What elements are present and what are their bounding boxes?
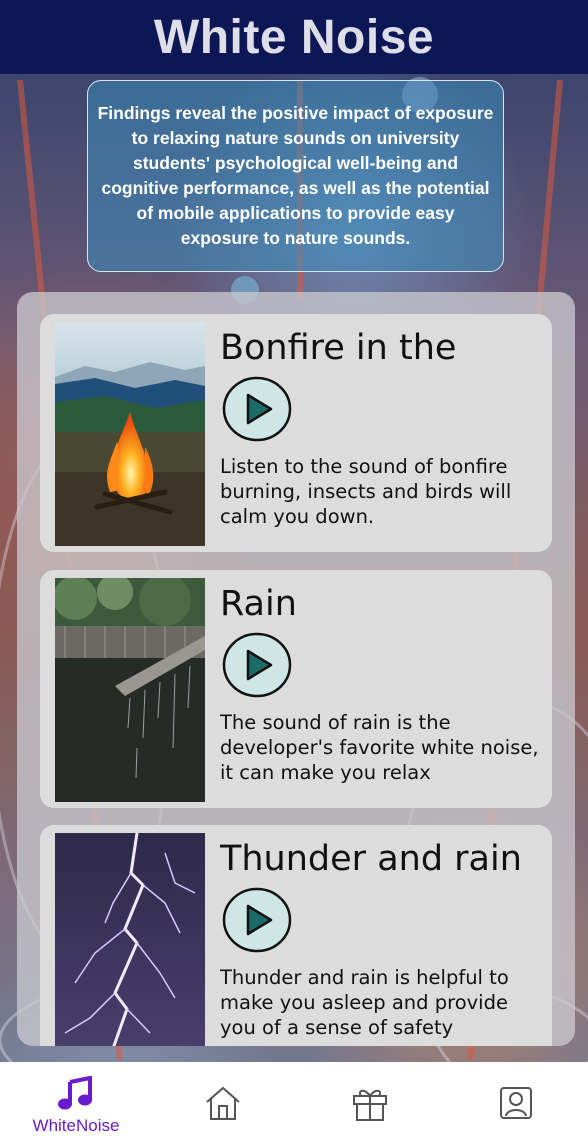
profile-icon	[500, 1087, 532, 1119]
page-title: White Noise	[153, 10, 435, 64]
tab-whitenoise[interactable]: WhiteNoise	[16, 1062, 136, 1146]
home-icon	[206, 1086, 240, 1120]
sound-title: Bonfire in the	[220, 328, 457, 368]
play-button[interactable]	[222, 632, 292, 698]
gift-icon	[353, 1089, 387, 1121]
music-note-icon	[58, 1076, 92, 1110]
sound-title: Rain	[220, 584, 297, 624]
tab-home[interactable]	[163, 1062, 283, 1146]
play-button[interactable]	[222, 887, 292, 953]
sound-list[interactable]: Bonfire in the Listen to the sound of bo…	[17, 292, 575, 1046]
tab-profile[interactable]	[456, 1062, 576, 1146]
app-header: White Noise	[0, 0, 588, 74]
sound-card-thunder[interactable]: Thunder and rain Thunder and rain is hel…	[40, 825, 552, 1046]
sound-card-bonfire[interactable]: Bonfire in the Listen to the sound of bo…	[40, 314, 552, 552]
sound-description: Thunder and rain is helpful to make you …	[220, 966, 509, 1039]
sound-card-rain[interactable]: Rain The sound of rain is the developer'…	[40, 570, 552, 808]
rain-image	[55, 578, 205, 802]
lightning-image	[55, 833, 205, 1046]
sound-description: Listen to the sound of bonfire burning, …	[220, 455, 512, 528]
intro-text: Findings reveal the positive impact of e…	[97, 103, 494, 248]
bonfire-image	[55, 322, 205, 546]
bottom-tab-bar: WhiteNoise	[0, 1062, 588, 1146]
sound-description: The sound of rain is the developer's fav…	[220, 711, 539, 784]
play-button[interactable]	[222, 376, 292, 442]
sound-title: Thunder and rain	[220, 839, 522, 879]
intro-box: Findings reveal the positive impact of e…	[87, 80, 504, 272]
tab-label: WhiteNoise	[32, 1116, 120, 1135]
tab-gifts[interactable]	[310, 1062, 430, 1146]
